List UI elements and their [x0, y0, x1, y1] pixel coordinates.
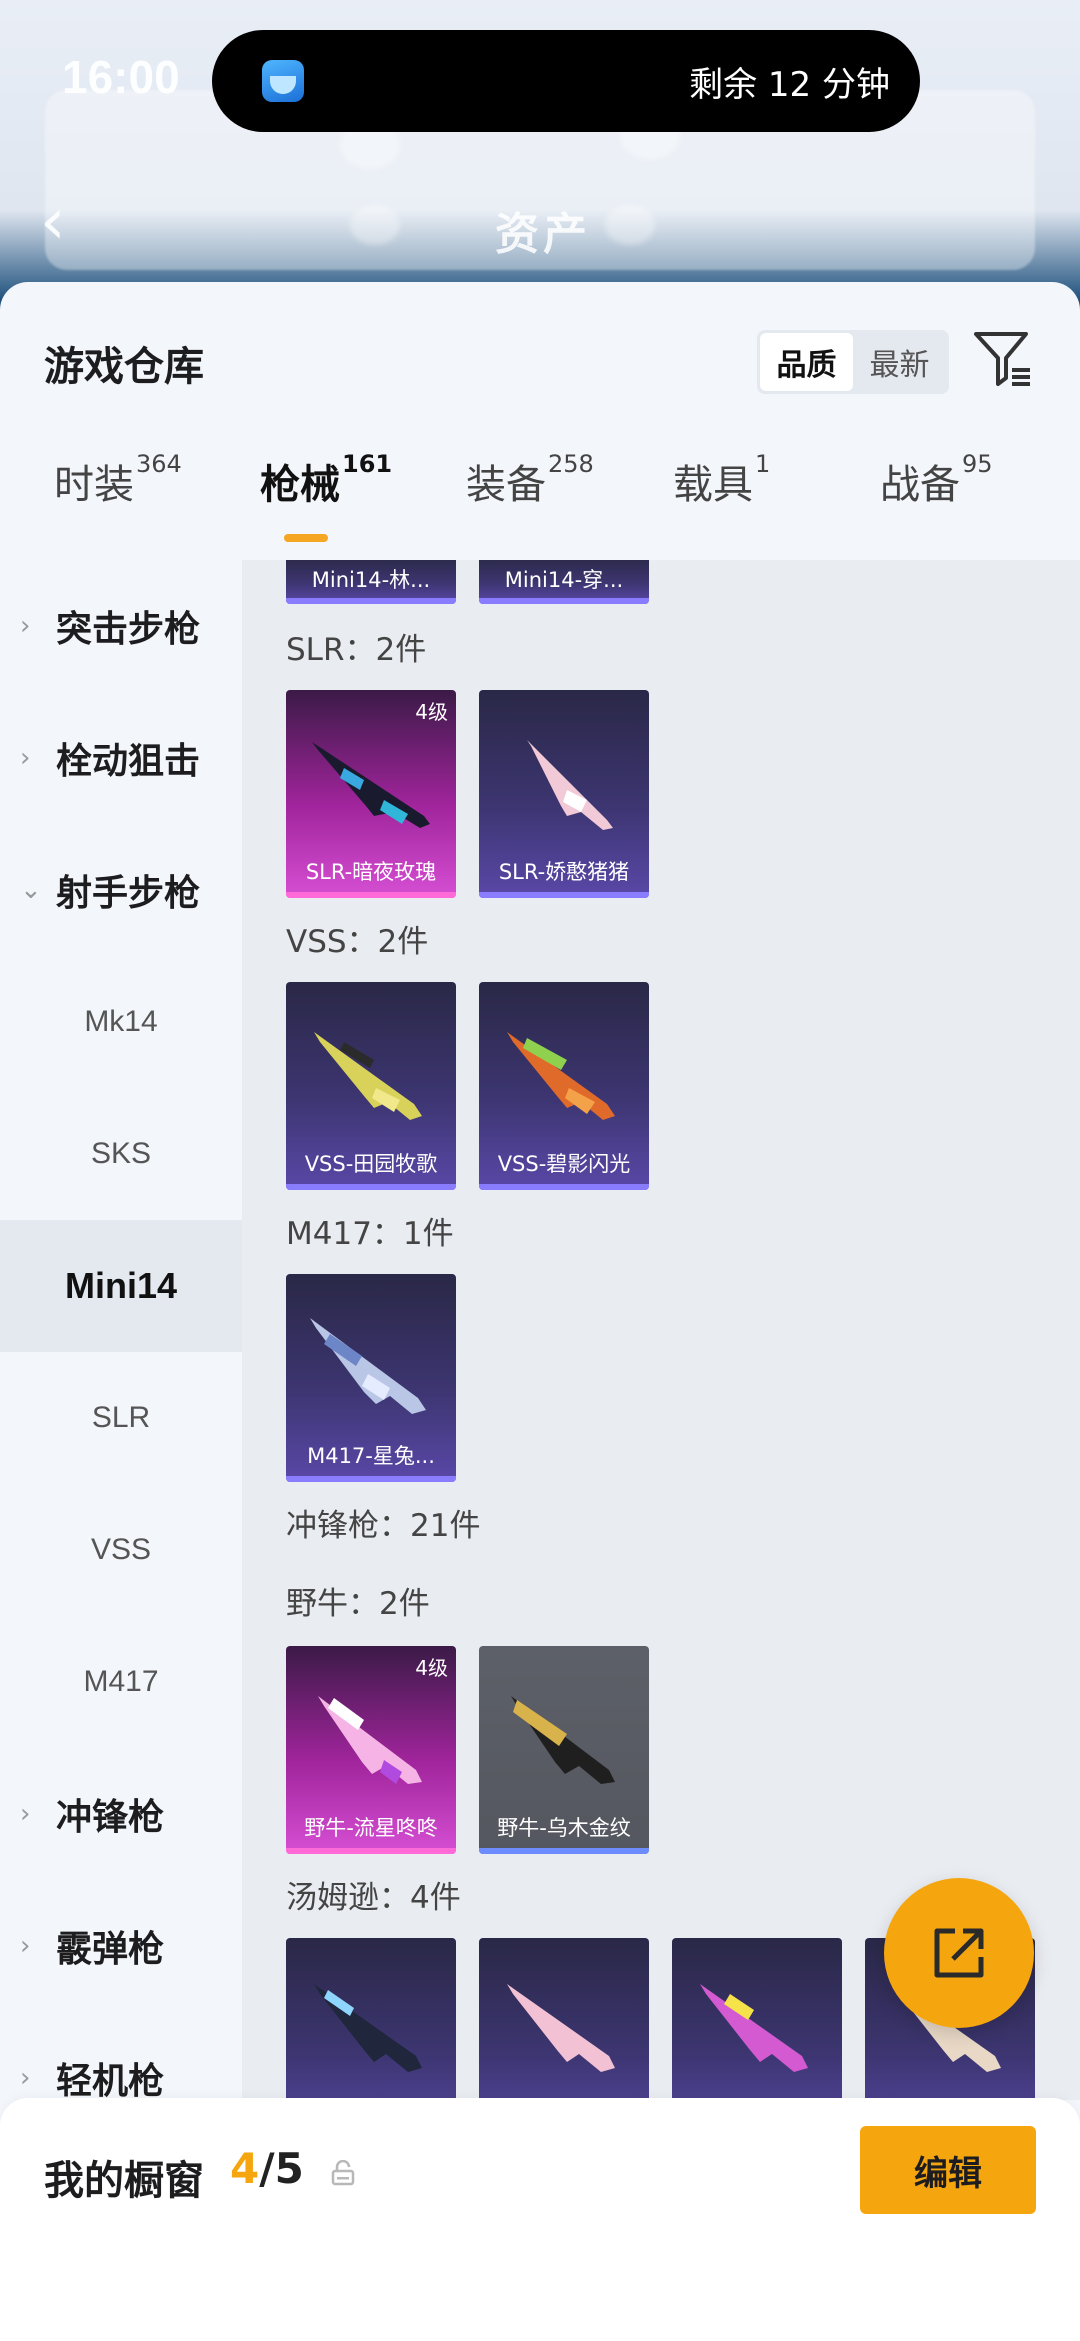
item-name: 野牛-乌木金纹 — [497, 1816, 631, 1840]
showcase-title: 我的橱窗 — [44, 2158, 204, 2204]
rifle-icon — [314, 1032, 422, 1120]
item-card[interactable] — [672, 1938, 842, 2100]
sheet-title: 游戏仓库 — [44, 344, 204, 390]
category-marksman-rifles[interactable]: ⌄ 射手步枪 — [0, 824, 242, 956]
group-label: SLR：2件 — [286, 632, 427, 668]
item-card[interactable]: SLR-娇憨猪猪 — [479, 690, 649, 898]
showcase-bar: 我的橱窗 4/5 编辑 — [0, 2098, 1080, 2341]
item-card[interactable]: M417-星兔... — [286, 1274, 456, 1482]
background-blur — [350, 205, 400, 245]
app-icon — [262, 60, 304, 102]
category-list: › 突击步枪 › 栓动狙击 ⌄ 射手步枪 Mk14 SKS Mini14 SLR VS… — [0, 560, 242, 2102]
item-card[interactable] — [286, 1938, 456, 2100]
subcategory-sks[interactable]: SKS — [0, 1088, 242, 1220]
group-label: 野牛：2件 — [286, 1586, 430, 1622]
item-card[interactable]: VSS-田园牧歌 — [286, 982, 456, 1190]
smg-icon — [700, 1984, 808, 2072]
dynamic-island[interactable]: 剩余 12 分钟 — [212, 30, 920, 132]
smg-icon — [507, 1984, 615, 2072]
item-card[interactable]: 4级 野牛-流星咚咚 — [286, 1646, 456, 1854]
category-assault-rifles[interactable]: › 突击步枪 — [0, 560, 242, 692]
subcategory-mk14[interactable]: Mk14 — [0, 956, 242, 1088]
subcategory-vss[interactable]: VSS — [0, 1484, 242, 1616]
showcase-count: 4/5 — [230, 2144, 304, 2193]
rifle-icon — [312, 742, 430, 828]
item-name: VSS-碧影闪光 — [497, 1152, 631, 1176]
chevron-right-icon: › — [20, 743, 31, 773]
tab-gear[interactable]: 战备95 — [880, 450, 993, 510]
group-label: 冲锋枪：21件 — [286, 1508, 481, 1544]
item-name: SLR-娇憨猪猪 — [498, 860, 630, 884]
chevron-right-icon: › — [20, 611, 31, 641]
item-grid: Mini14-林... Mini14-穿... SLR：2件 4级 SLR-暗夜… — [242, 560, 1080, 2100]
item-card[interactable]: Mini14-穿... — [479, 560, 649, 604]
back-icon[interactable]: ‹ — [40, 190, 66, 254]
category-shotguns[interactable]: › 霰弹枪 — [0, 1880, 242, 2012]
item-card[interactable]: 4级 SLR-暗夜玫瑰 — [286, 690, 456, 898]
item-card[interactable]: Mini14-林... — [286, 560, 456, 604]
tab-vehicles[interactable]: 载具1 — [673, 450, 770, 510]
sort-quality-button[interactable]: 品质 — [760, 333, 853, 391]
island-timer-text: 剩余 12 分钟 — [689, 64, 890, 105]
inventory-sheet: 游戏仓库 品质 最新 时装364 枪械161 装备258 载具1 战备95 › 突… — [0, 282, 1080, 2341]
external-link-icon — [934, 1928, 984, 1978]
group-label: M417：1件 — [286, 1216, 454, 1252]
subcategory-slr[interactable]: SLR — [0, 1352, 242, 1484]
item-card[interactable] — [479, 1938, 649, 2100]
category-smg[interactable]: › 冲锋枪 — [0, 1748, 242, 1880]
item-name: M417-星兔... — [307, 1444, 435, 1468]
tab-outfits[interactable]: 时装364 — [54, 450, 182, 510]
tab-equipment[interactable]: 装备258 — [466, 450, 594, 510]
item-card[interactable]: 野牛-乌木金纹 — [479, 1646, 649, 1854]
item-name: Mini14-穿... — [504, 568, 624, 592]
smg-icon — [318, 1696, 422, 1784]
category-bolt-snipers[interactable]: › 栓动狙击 — [0, 692, 242, 824]
item-name: SLR-暗夜玫瑰 — [305, 860, 437, 884]
smg-icon — [511, 1696, 615, 1784]
rifle-icon — [527, 740, 613, 830]
share-button[interactable] — [884, 1878, 1034, 2028]
item-name: 野牛-流星咚咚 — [304, 1816, 438, 1840]
background-title: 资产 — [495, 209, 591, 260]
sort-newest-button[interactable]: 最新 — [853, 333, 946, 391]
edit-button[interactable]: 编辑 — [860, 2126, 1036, 2214]
smg-icon — [314, 1984, 422, 2072]
category-tabs: 时装364 枪械161 装备258 载具1 战备95 — [0, 450, 1080, 560]
chevron-down-icon: ⌄ — [20, 875, 42, 905]
background-blur — [605, 205, 655, 245]
chevron-right-icon: › — [20, 1799, 31, 1829]
status-time: 16:00 — [62, 51, 180, 103]
item-name: VSS-田园牧歌 — [304, 1152, 438, 1176]
subcategory-mini14[interactable]: Mini14 — [0, 1220, 242, 1352]
tab-guns[interactable]: 枪械161 — [260, 450, 392, 510]
lock-icon — [331, 2160, 355, 2186]
chevron-right-icon: › — [20, 1931, 31, 1961]
chevron-right-icon: › — [20, 2063, 31, 2093]
rifle-icon — [507, 1032, 615, 1120]
subcategory-m417[interactable]: M417 — [0, 1616, 242, 1748]
group-label: 汤姆逊：4件 — [286, 1880, 461, 1916]
item-card[interactable]: VSS-碧影闪光 — [479, 982, 649, 1190]
group-label: VSS：2件 — [286, 924, 429, 960]
sort-toggle: 品质 最新 — [757, 330, 949, 394]
item-name: Mini14-林... — [311, 568, 431, 592]
active-tab-indicator — [284, 534, 328, 542]
filter-icon[interactable] — [972, 328, 1034, 390]
rifle-icon — [310, 1318, 426, 1414]
